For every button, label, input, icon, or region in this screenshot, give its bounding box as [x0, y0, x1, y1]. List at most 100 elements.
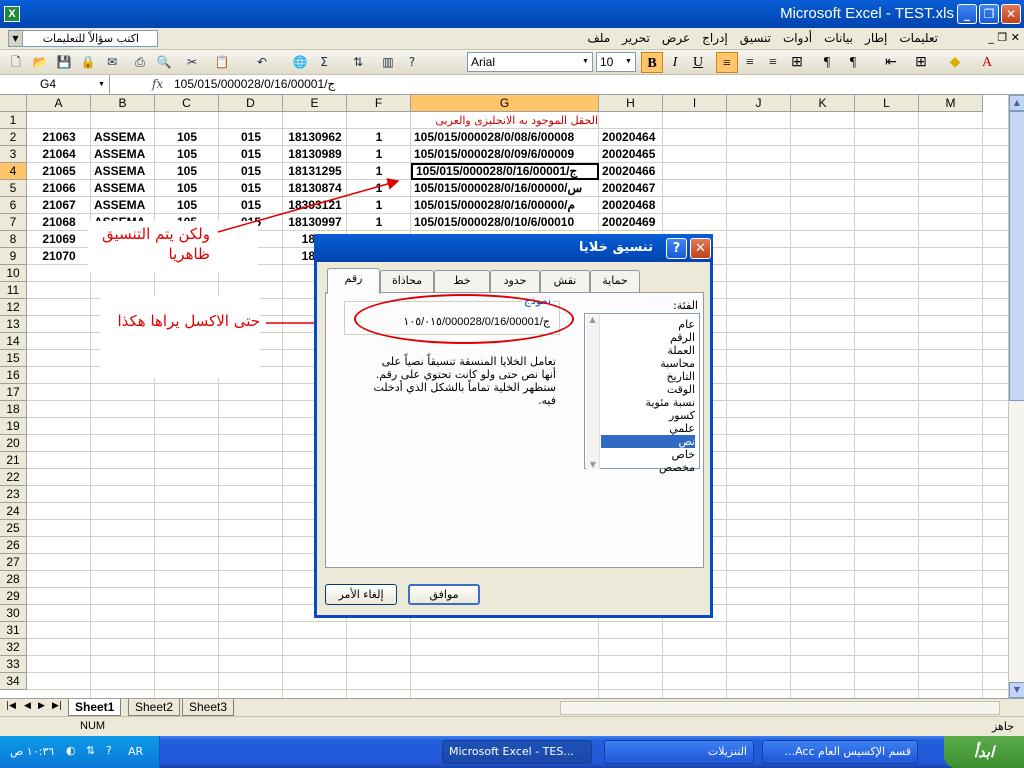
row-header-26[interactable]: 26	[0, 537, 27, 554]
column-header-A[interactable]: A	[27, 95, 91, 112]
save-icon[interactable]: 💾	[54, 53, 74, 72]
row-header-9[interactable]: 9	[0, 248, 27, 265]
maximize-button[interactable]: ❐	[979, 4, 999, 24]
chevron-down-icon[interactable]: ▼	[579, 53, 592, 71]
cell-D5[interactable]: 015	[219, 180, 283, 197]
scroll-down-icon[interactable]: ▼	[1009, 682, 1024, 698]
row-header-14[interactable]: 14	[0, 333, 27, 350]
category-item[interactable]: كسور	[601, 409, 695, 422]
cell-F7[interactable]: 1	[347, 214, 411, 231]
cell-B4[interactable]: ASSEMA	[91, 163, 155, 180]
sheet-tab-3[interactable]: Sheet3	[182, 699, 235, 716]
taskbar-downloads[interactable]: التنزيلات	[604, 740, 754, 764]
close-button[interactable]: ✕	[1001, 4, 1021, 24]
sheet-tab-2[interactable]: Sheet2	[128, 699, 181, 716]
row-header-27[interactable]: 27	[0, 554, 27, 571]
cell-G7[interactable]: 105/015/000028/0/10/6/00010	[411, 214, 599, 231]
row-header-16[interactable]: 16	[0, 367, 27, 384]
column-header-H[interactable]: H	[599, 95, 663, 112]
scroll-thumb[interactable]	[1009, 111, 1024, 401]
row-header-32[interactable]: 32	[0, 639, 27, 656]
row-header-23[interactable]: 23	[0, 486, 27, 503]
chevron-down-icon[interactable]: ▼	[98, 75, 105, 94]
print-icon[interactable]: ⎙	[130, 53, 150, 72]
category-item[interactable]: عام	[601, 318, 695, 331]
chevron-down-icon[interactable]: ▼	[9, 31, 23, 46]
category-item[interactable]: العملة	[601, 344, 695, 357]
column-header-G[interactable]: G	[411, 95, 599, 112]
cell-C4[interactable]: 105	[155, 163, 219, 180]
row-header-19[interactable]: 19	[0, 418, 27, 435]
rtl-icon[interactable]: ¶	[816, 52, 838, 73]
row-header-33[interactable]: 33	[0, 656, 27, 673]
name-box[interactable]: G4 ▼	[0, 75, 110, 94]
tab-number[interactable]: رقم	[327, 268, 380, 294]
tab-protection[interactable]: حماية	[590, 270, 640, 292]
row-header-30[interactable]: 30	[0, 605, 27, 622]
ok-button[interactable]: موافق	[408, 584, 480, 605]
cell-F6[interactable]: 1	[347, 197, 411, 214]
cell-D2[interactable]: 015	[219, 129, 283, 146]
hyperlink-icon[interactable]: 🌐	[290, 53, 310, 72]
cell-H7[interactable]: 20020469	[599, 214, 663, 231]
borders-icon[interactable]: ⊞	[910, 52, 932, 73]
row-header-3[interactable]: 3	[0, 146, 27, 163]
row-header-29[interactable]: 29	[0, 588, 27, 605]
category-item[interactable]: الوقت	[601, 383, 695, 396]
row-header-8[interactable]: 8	[0, 231, 27, 248]
cell-H4[interactable]: 20020466	[599, 163, 663, 180]
cell-C5[interactable]: 105	[155, 180, 219, 197]
underline-button[interactable]: U	[687, 52, 709, 73]
clock[interactable]: ١٠:٣٦ ص	[10, 745, 54, 758]
cell-A5[interactable]: 21066	[27, 180, 91, 197]
help-tray-icon[interactable]: ?	[106, 744, 112, 757]
open-folder-icon[interactable]: 📂	[30, 53, 50, 72]
cut-icon[interactable]: ✂	[182, 53, 202, 72]
excel-app-icon[interactable]: X	[4, 6, 20, 22]
email-icon[interactable]: ✉	[102, 53, 122, 72]
category-list[interactable]: ▲ ▼ عام الرقم العملة محاسبة التاريخ الوقت نسبة…	[584, 313, 700, 474]
cell-E7[interactable]: 18130997	[283, 214, 347, 231]
row-header-28[interactable]: 28	[0, 571, 27, 588]
cell-E6[interactable]: 18393121	[283, 197, 347, 214]
column-header-E[interactable]: E	[283, 95, 347, 112]
menu-item-7[interactable]: إطار	[859, 31, 893, 45]
cell-G5[interactable]: 105/015/000028/0/1س/6/00000	[411, 180, 599, 197]
row-header-11[interactable]: 11	[0, 282, 27, 299]
document-window-controls[interactable]: _ ❐ ✕	[988, 31, 1020, 44]
cell-E3[interactable]: 18130989	[283, 146, 347, 163]
row-header-18[interactable]: 18	[0, 401, 27, 418]
cell-F2[interactable]: 1	[347, 129, 411, 146]
taskbar-browser[interactable]: قسم الإكسيس العام Acc...	[762, 740, 918, 764]
cell-B5[interactable]: ASSEMA	[91, 180, 155, 197]
cell-B6[interactable]: ASSEMA	[91, 197, 155, 214]
cell-H3[interactable]: 20020465	[599, 146, 663, 163]
row-header-15[interactable]: 15	[0, 350, 27, 367]
column-header-I[interactable]: I	[663, 95, 727, 112]
ltr-icon[interactable]: ¶	[842, 52, 864, 73]
column-header-B[interactable]: B	[91, 95, 155, 112]
language-indicator[interactable]: AR	[128, 745, 143, 758]
sound-icon[interactable]: ◐	[66, 744, 76, 757]
header-note-cell[interactable]: الحقل الموجود به الانجليزى والعربى	[412, 112, 598, 129]
horizontal-scrollbar[interactable]	[560, 701, 1000, 715]
category-item[interactable]: خاص	[601, 448, 695, 461]
column-header-D[interactable]: D	[219, 95, 283, 112]
align-left-icon[interactable]: ≡	[716, 52, 738, 73]
row-header-13[interactable]: 13	[0, 316, 27, 333]
new-file-icon[interactable]: 🗋	[6, 53, 26, 72]
cell-A8[interactable]: 21069	[27, 231, 91, 248]
cell-F5[interactable]: 1	[347, 180, 411, 197]
indent-icon[interactable]: ⇤	[880, 52, 902, 73]
font-color-icon[interactable]: A	[976, 52, 998, 73]
taskbar-excel[interactable]: Microsoft Excel - TES...	[442, 740, 592, 764]
menu-item-0[interactable]: ملف	[581, 31, 616, 45]
cell-E4[interactable]: 18131295	[283, 163, 347, 180]
autosum-icon[interactable]: Σ	[314, 53, 334, 72]
cell-C3[interactable]: 105	[155, 146, 219, 163]
formula-input[interactable]: 105/015/000028/0/1ج/6/00001	[174, 77, 335, 91]
cancel-button[interactable]: إلغاء الأمر	[325, 584, 397, 605]
cell-G6[interactable]: 105/015/000028/0/1م/6/00000	[411, 197, 599, 214]
cell-H6[interactable]: 20020468	[599, 197, 663, 214]
menu-item-4[interactable]: تنسيق	[734, 31, 777, 45]
